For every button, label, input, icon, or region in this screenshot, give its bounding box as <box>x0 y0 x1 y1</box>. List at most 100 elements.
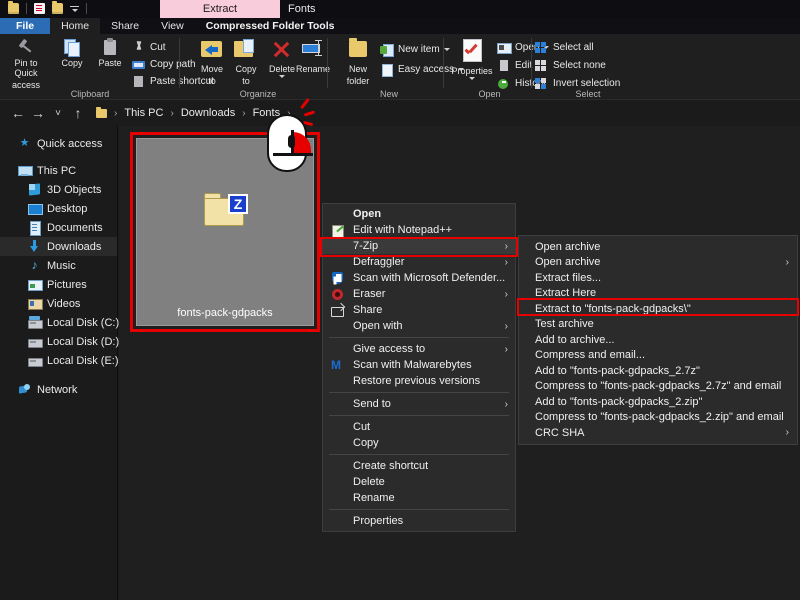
forward-button[interactable]: → <box>28 103 48 123</box>
rename-icon <box>298 38 328 62</box>
submenu-item-open-archive-with[interactable]: Open archive › <box>519 255 797 271</box>
menu-item-restore-previous-versions[interactable]: Restore previous versions <box>323 373 515 389</box>
mouse-right-click-graphic <box>263 97 316 172</box>
chevron-right-icon: › <box>504 399 508 410</box>
properties-button[interactable]: Properties <box>447 38 497 80</box>
move-to-icon <box>199 38 225 62</box>
menu-item-label: Send to <box>353 398 391 410</box>
submenu-item-open-archive[interactable]: Open archive <box>519 239 797 255</box>
sidebar-item-music[interactable]: ♪ Music <box>0 256 117 275</box>
sidebar-item-local-disk-c[interactable]: Local Disk (C:) <box>0 313 119 332</box>
sidebar-item-quick-access[interactable]: ★ Quick access <box>0 134 117 153</box>
sidebar-item-documents[interactable]: Documents <box>0 218 117 237</box>
recent-locations-button[interactable]: ˅ <box>48 103 68 123</box>
select-none-button[interactable]: Select none <box>535 58 606 73</box>
sidebar-item-network[interactable]: Network <box>0 380 117 399</box>
mouse-button-divider-horizontal <box>273 153 313 156</box>
up-button[interactable]: ↑ <box>68 103 88 123</box>
disk-icon <box>28 354 43 367</box>
click-motion-line-1 <box>300 97 310 110</box>
menu-item-eraser[interactable]: Eraser › <box>323 286 515 302</box>
tab-file[interactable]: File <box>0 18 51 34</box>
submenu-item-extract-to-folder[interactable]: Extract to "fonts-pack-gdpacks\" <box>519 301 797 317</box>
new-folder-button[interactable]: New folder <box>336 38 380 86</box>
submenu-item-add-to-zip[interactable]: Add to "fonts-pack-gdpacks_2.zip" <box>519 394 797 410</box>
title-bar: Extract Fonts <box>0 0 800 18</box>
customize-dropdown-icon[interactable] <box>70 5 79 12</box>
context-menu[interactable]: Open Edit with Notepad++ 7-Zip › Defragg… <box>322 203 516 532</box>
breadcrumb-this-pc[interactable]: This PC <box>122 107 165 119</box>
tab-share[interactable]: Share <box>100 18 150 34</box>
navigation-pane[interactable]: ★ Quick access This PC 3D Objects Deskto… <box>0 126 119 600</box>
submenu-item-crc-sha[interactable]: CRC SHA › <box>519 425 797 441</box>
network-icon <box>18 383 31 396</box>
select-all-button[interactable]: Select all <box>535 40 594 55</box>
sidebar-item-pictures[interactable]: Pictures <box>0 275 117 294</box>
submenu-item-test-archive[interactable]: Test archive <box>519 317 797 333</box>
breadcrumb-separator-2: › <box>242 107 246 119</box>
breadcrumb-downloads[interactable]: Downloads <box>179 107 237 119</box>
menu-item-delete[interactable]: Delete <box>323 474 515 490</box>
ribbon-group-organize: Move to Copy to Delete Rename Organize <box>188 34 331 100</box>
chevron-right-icon: › <box>785 427 789 438</box>
menu-item-open[interactable]: Open <box>323 206 515 222</box>
chevron-down-icon[interactable] <box>469 77 475 80</box>
menu-item-open-with[interactable]: Open with › <box>323 318 515 334</box>
submenu-item-compress-to-zip-and-email[interactable]: Compress to "fonts-pack-gdpacks_2.zip" a… <box>519 410 797 426</box>
back-button[interactable]: ← <box>8 103 28 123</box>
menu-separator <box>329 509 509 510</box>
sidebar-item-downloads[interactable]: Downloads <box>0 237 117 256</box>
edit-button[interactable]: Edit <box>497 58 532 73</box>
tab-home[interactable]: Home <box>50 18 101 34</box>
sidebar-item-local-disk-d[interactable]: Local Disk (D:) <box>0 332 119 351</box>
properties-icon[interactable] <box>34 3 45 14</box>
menu-item-scan-with-microsoft-defender[interactable]: Scan with Microsoft Defender... <box>323 270 515 286</box>
window-title: Fonts <box>288 3 316 15</box>
sidebar-item-label: Network <box>37 383 78 396</box>
sidebar-item-desktop[interactable]: Desktop <box>0 199 117 218</box>
submenu-item-extract-files[interactable]: Extract files... <box>519 270 797 286</box>
tab-compressed-folder-tools[interactable]: Compressed Folder Tools <box>195 18 346 34</box>
sidebar-item-videos[interactable]: Videos <box>0 294 117 313</box>
rename-label: Rename <box>295 64 331 74</box>
new-folder-icon[interactable] <box>52 1 63 14</box>
new-item-button[interactable]: New item <box>380 42 450 57</box>
menu-item-rename[interactable]: Rename <box>323 490 515 506</box>
menu-item-defraggler[interactable]: Defraggler › <box>323 254 515 270</box>
menu-item-properties[interactable]: Properties <box>323 513 515 529</box>
submenu-item-compress-and-email[interactable]: Compress and email... <box>519 348 797 364</box>
menu-item-label: Give access to <box>353 343 426 355</box>
folder-icon[interactable] <box>8 1 19 14</box>
menu-item-send-to[interactable]: Send to › <box>323 396 515 412</box>
menu-item-7-zip[interactable]: 7-Zip › <box>323 238 515 254</box>
ribbon-tab-strip[interactable]: File Home Share View Compressed Folder T… <box>0 18 800 34</box>
quick-access-toolbar[interactable] <box>8 1 94 14</box>
eraser-icon <box>331 288 344 301</box>
submenu-item-add-to-7z[interactable]: Add to "fonts-pack-gdpacks_2.7z" <box>519 363 797 379</box>
menu-item-share[interactable]: Share <box>323 302 515 318</box>
new-folder-icon <box>346 38 370 62</box>
copy-path-button[interactable]: Copy path <box>132 57 196 72</box>
sidebar-item-this-pc[interactable]: This PC <box>0 161 117 180</box>
menu-item-give-access-to[interactable]: Give access to › <box>323 341 515 357</box>
breadcrumb[interactable]: › This PC › Downloads › Fonts › <box>96 102 800 124</box>
submenu-item-extract-here[interactable]: Extract Here <box>519 286 797 302</box>
menu-item-scan-with-malwarebytes[interactable]: M Scan with Malwarebytes <box>323 357 515 373</box>
cut-button[interactable]: Cut <box>132 40 166 55</box>
menu-item-edit-with-notepadpp[interactable]: Edit with Notepad++ <box>323 222 515 238</box>
menu-item-copy[interactable]: Copy <box>323 435 515 451</box>
tab-view[interactable]: View <box>150 18 195 34</box>
pin-to-quick-access-button[interactable]: Pin to Quick access <box>4 38 48 90</box>
paste-icon <box>101 38 119 56</box>
submenu-7-zip[interactable]: Open archive Open archive › Extract file… <box>518 235 798 445</box>
chevron-down-icon[interactable] <box>279 75 285 78</box>
sidebar-item-local-disk-e[interactable]: Local Disk (E:) <box>0 351 119 370</box>
sidebar-item-3d-objects[interactable]: 3D Objects <box>0 180 117 199</box>
group-label-new: New <box>379 89 398 99</box>
menu-item-cut[interactable]: Cut <box>323 419 515 435</box>
sidebar-item-label: This PC <box>37 164 77 177</box>
paste-button[interactable]: Paste <box>88 38 132 68</box>
submenu-item-compress-to-7z-and-email[interactable]: Compress to "fonts-pack-gdpacks_2.7z" an… <box>519 379 797 395</box>
menu-item-create-shortcut[interactable]: Create shortcut <box>323 458 515 474</box>
submenu-item-add-to-archive[interactable]: Add to archive... <box>519 332 797 348</box>
